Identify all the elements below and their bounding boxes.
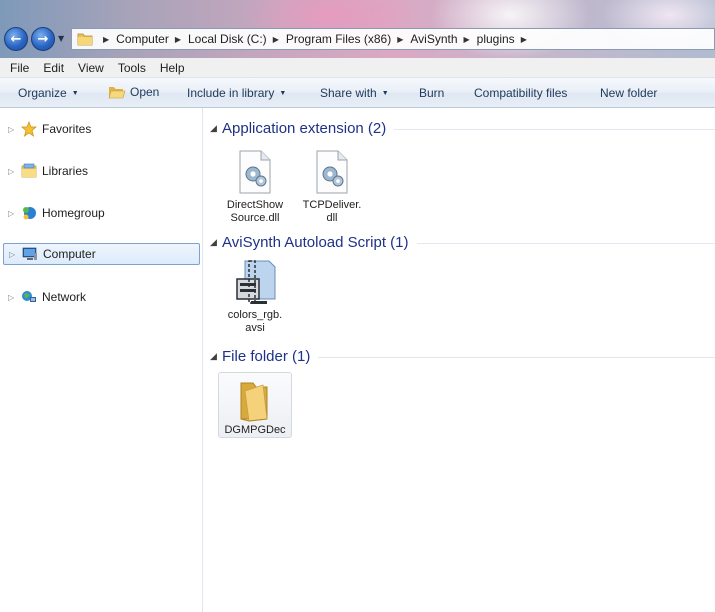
file-name: colors_rgb. avsi [218,309,292,335]
address-bar[interactable]: ▶ Computer ▶ Local Disk (C:) ▶ Program F… [71,28,715,50]
breadcrumb-local-disk[interactable]: Local Disk (C:) [188,32,267,46]
menu-tools[interactable]: Tools [111,61,153,75]
breadcrumb-arrow-icon[interactable]: ▶ [397,35,403,44]
file-name: TCPDeliver. dll [295,199,369,225]
expand-arrow-icon[interactable]: ▷ [9,250,18,259]
organize-label: Organize [18,86,67,100]
nav-label: Homegroup [42,206,105,220]
expand-arrow-icon[interactable]: ▷ [8,209,17,218]
file-name-line: avsi [245,322,265,334]
collapse-triangle-icon[interactable]: ◢ [210,351,222,362]
computer-icon [21,246,38,262]
file-name-line: DirectShow [226,199,284,211]
nav-item-favorites[interactable]: ▷ Favorites [3,118,200,140]
file-name-line: TCPDeliver. [302,199,362,211]
arrow-right-icon: → [37,31,49,47]
expand-arrow-icon[interactable]: ▷ [8,167,17,176]
breadcrumb-arrow-icon[interactable]: ▶ [464,35,470,44]
open-label: Open [130,85,160,99]
menu-file[interactable]: File [3,61,36,75]
navigation-pane: ▷ Favorites ▷ Libraries ▷ Homegroup ▷ Co… [0,108,203,612]
file-list: ◢ Application extension (2) DirectShow S… [204,108,715,612]
include-in-library-button[interactable]: Include in library ▼ [187,86,286,100]
dll-icon [231,148,279,196]
breadcrumb-arrow-icon[interactable]: ▶ [103,35,109,44]
group-title: Application extension (2) [222,119,387,137]
breadcrumb-arrow-icon[interactable]: ▶ [175,35,181,44]
breadcrumb-plugins[interactable]: plugins [477,32,515,46]
title-bar: ← → ▼ ▶ Computer ▶ Local Disk (C:) ▶ Pro… [0,0,715,58]
organize-button[interactable]: Organize ▼ [18,86,79,100]
breadcrumb-avisynth[interactable]: AviSynth [410,32,457,46]
breadcrumb-arrow-icon[interactable]: ▶ [521,35,527,44]
nav-label: Libraries [42,164,89,178]
group-header-file-folder[interactable]: ◢ File folder (1) [210,346,715,366]
group-divider [416,242,715,244]
burn-button[interactable]: Burn [419,86,444,100]
nav-label: Network [42,290,87,304]
include-in-library-label: Include in library [187,86,275,100]
open-folder-icon [108,87,126,99]
menu-bar: File Edit View Tools Help [0,58,715,78]
nav-label: Favorites [42,122,92,136]
file-name-line: Source.dll [230,212,280,224]
network-icon [20,289,37,305]
command-bar: Organize ▼ Open Include in library ▼ Sha… [0,78,715,108]
share-with-button[interactable]: Share with ▼ [320,86,389,100]
chevron-down-icon: ▼ [381,89,389,97]
expand-arrow-icon[interactable]: ▷ [8,125,17,134]
menu-edit[interactable]: Edit [36,61,71,75]
compatibility-files-label: Compatibility files [474,86,568,100]
file-name-line: colors_rgb. [227,309,283,321]
group-header-application-extension[interactable]: ◢ Application extension (2) [210,118,715,138]
file-item-tcpdeliver[interactable]: TCPDeliver. dll [295,148,369,225]
arrow-left-icon: ← [10,31,22,47]
group-title: File folder (1) [222,347,311,365]
breadcrumb-computer[interactable]: Computer [116,32,169,46]
forward-button[interactable]: → [31,27,55,51]
share-with-label: Share with [320,86,377,100]
compatibility-files-button[interactable]: Compatibility files [474,86,567,100]
new-folder-label: New folder [600,86,658,100]
burn-label: Burn [419,86,445,100]
breadcrumb-arrow-icon[interactable]: ▶ [273,35,279,44]
group-divider [394,128,715,130]
open-button[interactable]: Open [108,84,159,100]
group-header-autoload-script[interactable]: ◢ AviSynth Autoload Script (1) [210,232,715,252]
group-title: AviSynth Autoload Script (1) [222,233,409,251]
chevron-down-icon: ▼ [58,34,65,43]
chevron-down-icon: ▼ [71,89,79,97]
file-name-line: dll [326,212,338,224]
folder-icon [231,377,279,424]
nav-label: Computer [43,247,96,261]
expand-arrow-icon[interactable]: ▷ [8,293,17,302]
recent-pages-dropdown[interactable]: ▼ [58,34,68,44]
nav-item-homegroup[interactable]: ▷ Homegroup [3,202,200,224]
libraries-icon [20,163,37,179]
file-name: DirectShow Source.dll [218,199,292,225]
menu-help[interactable]: Help [153,61,192,75]
collapse-triangle-icon[interactable]: ◢ [210,237,222,248]
breadcrumb: ▶ Computer ▶ Local Disk (C:) ▶ Program F… [97,32,534,46]
avsi-script-icon [231,258,279,306]
file-name: DGMPGDec [218,424,292,437]
nav-item-computer[interactable]: ▷ Computer [3,243,200,265]
dll-icon [308,148,356,196]
group-divider [318,356,715,358]
nav-item-network[interactable]: ▷ Network [3,286,200,308]
nav-item-libraries[interactable]: ▷ Libraries [3,160,200,182]
file-item-colors-rgb[interactable]: colors_rgb. avsi [218,258,292,335]
homegroup-icon [20,205,37,221]
star-icon [20,121,37,137]
folder-icon [77,33,93,46]
file-name-line: DGMPGDec [224,424,286,436]
collapse-triangle-icon[interactable]: ◢ [210,123,222,134]
menu-view[interactable]: View [71,61,111,75]
folder-item-dgmpgdec[interactable]: DGMPGDec [218,372,292,438]
breadcrumb-program-files[interactable]: Program Files (x86) [286,32,391,46]
file-item-directshowsource[interactable]: DirectShow Source.dll [218,148,292,225]
back-button[interactable]: ← [4,27,28,51]
chevron-down-icon: ▼ [279,89,287,97]
new-folder-button[interactable]: New folder [600,86,657,100]
